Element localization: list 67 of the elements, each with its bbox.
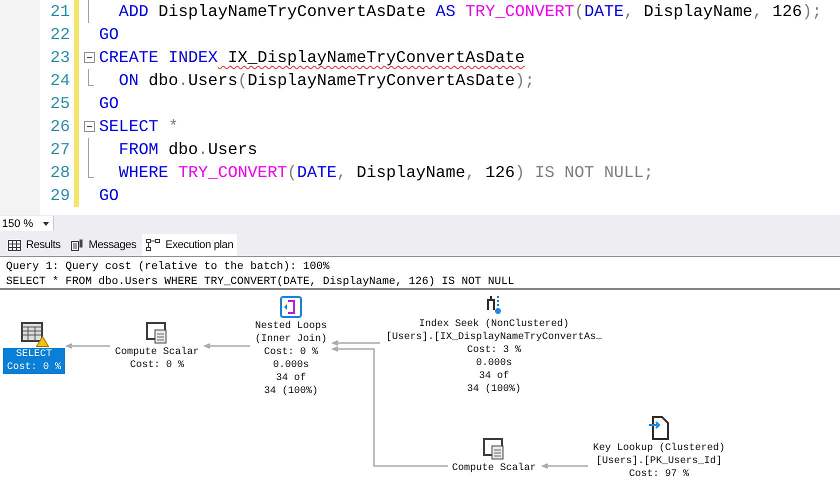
code-text: DisplayName (642, 2, 753, 21)
code-text: DisplayNameTryConvertAsDate (157, 2, 427, 21)
keyword: FROM (118, 140, 158, 159)
code-text: 126 (771, 2, 802, 21)
code-text: ); (802, 2, 822, 21)
keyword: WHERE (118, 163, 168, 182)
function-name: TRY_CONVERT (464, 2, 574, 21)
code-text: ( (574, 2, 584, 21)
node-label[interactable]: Nested Loops (Inner Join) Cost: 0 % 0.000s 34 of 34 (100%) (253, 320, 329, 398)
code-text: , (336, 163, 347, 182)
code-text: , (624, 2, 634, 21)
code-text: 126 (484, 163, 515, 182)
selected-node-label[interactable]: SELECT Cost: 0 % (3, 348, 65, 374)
code-text: DisplayName (355, 163, 466, 182)
tab[interactable]: Execution plan (142, 234, 238, 256)
code-text: dbo (167, 140, 198, 159)
tab[interactable]: Results (4, 234, 65, 256)
keyword: ADD (118, 2, 149, 21)
keyword: GO (99, 25, 119, 44)
code-text: ); (514, 71, 535, 90)
keyword: GO (99, 186, 119, 205)
line-number: 26 (49, 116, 71, 138)
keyword: DATE (584, 2, 624, 21)
code-text: . (198, 140, 208, 159)
query-text: Query 1: Query cost (relative to the batch): 100% (6, 260, 330, 275)
code-text: ) IS NOT NULL; (514, 163, 654, 182)
node-label[interactable]: Compute Scalar (450, 462, 538, 475)
document-arrow-icon (648, 416, 670, 440)
line-number: 22 (49, 24, 71, 46)
keyword: GO (99, 94, 119, 113)
loop-icon (280, 296, 302, 318)
identifier: IX_DisplayNameTryConvertAsDate (226, 48, 525, 67)
function-name: TRY_CONVERT (177, 163, 288, 182)
code-text: Users (188, 71, 238, 90)
code-text: , (752, 2, 762, 21)
tree-seek-icon (485, 294, 503, 316)
query-text: SELECT * FROM dbo.Users WHERE TRY_CONVERT(DATE, DisplayName, 126) IS NOT NULL (6, 275, 516, 290)
zoom-dropdown[interactable]: 150 % (0, 216, 54, 231)
line-number: 24 (49, 70, 71, 92)
line-number: 28 (49, 162, 71, 184)
code-text: ( (287, 163, 298, 182)
plan-icon (146, 239, 160, 251)
keyword: CREATE INDEX (99, 48, 218, 67)
document-icon (70, 239, 84, 251)
grid-icon (8, 240, 21, 250)
keyword: AS (436, 2, 456, 21)
code-text: . (178, 71, 188, 90)
code-text: ( (238, 71, 248, 90)
code-text: DisplayNameTryConvertAsDate (248, 71, 515, 90)
line-number: 21 (49, 1, 71, 23)
calculator-icon (146, 322, 168, 344)
tab[interactable]: Messages (66, 234, 140, 256)
collapse-icon[interactable] (84, 121, 94, 132)
caret-icon (43, 222, 50, 226)
code-text: dbo (148, 71, 178, 90)
collapse-icon[interactable] (84, 52, 94, 63)
line-number: 23 (49, 47, 71, 69)
calculator-icon (483, 438, 505, 460)
line-number: 27 (49, 139, 71, 161)
keyword: SELECT (99, 117, 158, 136)
code-text: Users (208, 140, 258, 159)
keyword: ON (118, 71, 139, 90)
line-number: 29 (49, 185, 71, 207)
keyword: DATE (297, 163, 337, 182)
code-text: * (167, 117, 178, 136)
code-text: , (465, 163, 476, 182)
line-number: 25 (49, 93, 71, 115)
